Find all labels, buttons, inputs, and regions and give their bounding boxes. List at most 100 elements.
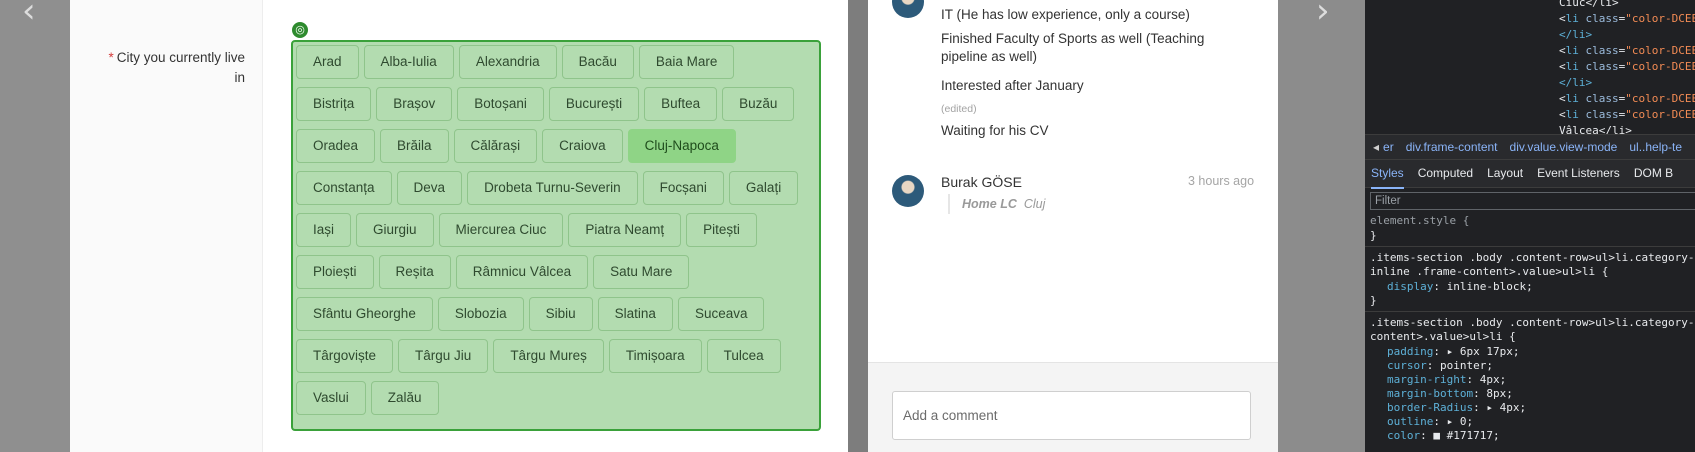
dom-node[interactable]: <li class="color-DCEE — [1559, 44, 1695, 57]
css-declaration[interactable]: margin-right: 4px; — [1387, 373, 1506, 386]
dom-node[interactable]: </li> — [1559, 28, 1592, 41]
css-declaration[interactable]: color: ■ #171717; — [1387, 429, 1500, 442]
city-option[interactable]: Suceava — [677, 297, 765, 331]
css-property: outline — [1387, 415, 1434, 428]
city-option[interactable]: Oradea — [296, 129, 376, 163]
add-comment-input[interactable]: Add a comment — [892, 391, 1251, 440]
city-option[interactable]: Alba-Iulia — [363, 45, 454, 79]
css-declaration[interactable]: display: inline-block; — [1387, 280, 1533, 293]
city-option[interactable]: Sibiu — [528, 297, 593, 331]
dom-attr: class — [1585, 92, 1619, 105]
city-option[interactable]: Miercurea Ciuc — [438, 213, 564, 247]
city-option[interactable]: Galați — [728, 171, 799, 205]
modal-gutter — [848, 0, 868, 452]
css-property: cursor — [1387, 359, 1427, 372]
city-option[interactable]: București — [548, 87, 640, 121]
tab-dom-breakpoints[interactable]: DOM B — [1634, 160, 1673, 187]
city-option[interactable]: Craiova — [542, 129, 623, 163]
city-option[interactable]: Buzău — [722, 87, 795, 121]
css-declaration[interactable]: padding: ▸ 6px 17px; — [1387, 345, 1519, 358]
city-option[interactable]: Târgu Mureș — [493, 339, 604, 373]
dom-node[interactable]: <li class="color-DCEE — [1559, 108, 1695, 121]
tab-computed[interactable]: Computed — [1418, 160, 1473, 187]
city-option[interactable]: Bacău — [561, 45, 634, 79]
city-option[interactable]: Giurgiu — [356, 213, 434, 247]
city-option[interactable]: Bistrița — [296, 87, 372, 121]
city-option[interactable]: Buftea — [644, 87, 718, 121]
dom-tag: li — [1565, 108, 1579, 121]
dom-close: </li> — [1559, 28, 1593, 41]
css-property: display — [1387, 280, 1434, 293]
city-option[interactable]: Deva — [396, 171, 463, 205]
dom-value: "color-DCEE — [1625, 44, 1695, 57]
city-option[interactable]: Tulcea — [706, 339, 781, 373]
next-arrow-icon[interactable]: › — [1316, 0, 1356, 30]
breadcrumb-item[interactable]: er — [1383, 140, 1394, 154]
city-option[interactable]: Cluj-Napoca — [627, 129, 736, 163]
devtools-panel: Ciuc</li> <li class="color-DCEE </li> <l… — [1365, 0, 1695, 452]
city-field-label-text: City you currently live in — [116, 50, 245, 85]
scroll-left-icon[interactable]: ◂ — [1373, 140, 1379, 154]
dom-node[interactable]: <li class="color-DCEE — [1559, 12, 1695, 25]
dom-value: "color-DCEE — [1625, 60, 1695, 73]
dom-node[interactable]: <li class="color-DCEE — [1559, 92, 1695, 105]
dom-node[interactable]: <li class="color-DCEE — [1559, 60, 1695, 73]
tab-event-listeners[interactable]: Event Listeners — [1537, 160, 1620, 187]
breadcrumb-item[interactable]: div.value.view-mode — [1510, 140, 1618, 154]
city-option[interactable]: Timișoara — [608, 339, 702, 373]
avatar — [892, 0, 924, 18]
previous-arrow-icon[interactable]: ‹ — [22, 0, 62, 30]
comment-author[interactable]: Burak GÖSE — [941, 174, 1022, 190]
css-declaration[interactable]: border-Radius: ▸ 4px; — [1387, 401, 1526, 414]
quote-text: Cluj — [1023, 197, 1046, 211]
styles-filter-input[interactable]: Filter — [1370, 192, 1695, 210]
breadcrumb-item[interactable]: ul..help-te — [1629, 140, 1682, 154]
dom-node[interactable]: </li> — [1559, 76, 1592, 89]
css-declaration[interactable]: margin-bottom: 8px; — [1387, 387, 1513, 400]
city-option[interactable]: Satu Mare — [593, 255, 690, 289]
css-declaration[interactable]: outline: ▸ 0; — [1387, 415, 1473, 428]
city-selector: Arad Alba-Iulia Alexandria Bacău Baia Mare Bi… — [291, 40, 821, 431]
edited-marker: (edited) — [941, 103, 977, 115]
city-option[interactable]: Zalău — [370, 381, 439, 415]
required-mark: * — [108, 50, 114, 65]
city-option[interactable]: Slobozia — [437, 297, 524, 331]
city-option[interactable]: Iași — [296, 213, 352, 247]
city-option[interactable]: Alexandria — [458, 45, 557, 79]
dom-node[interactable]: Ciuc</li> — [1559, 0, 1619, 9]
rule-selector: .items-section .body .content-row>ul>li.… — [1370, 251, 1695, 264]
breadcrumb-item[interactable]: div.frame-content — [1406, 140, 1498, 154]
city-field-label: * City you currently live in — [95, 48, 245, 88]
dom-tag: li — [1565, 12, 1579, 25]
city-option[interactable]: Baia Mare — [638, 45, 735, 79]
city-option[interactable]: Brăila — [380, 129, 449, 163]
tab-layout[interactable]: Layout — [1487, 160, 1523, 187]
rule-close: } — [1370, 294, 1377, 307]
dom-attr: class — [1585, 12, 1619, 25]
city-option[interactable]: Brașov — [376, 87, 453, 121]
city-option[interactable]: Reșita — [378, 255, 451, 289]
avatar — [892, 175, 924, 207]
city-option[interactable]: Drobeta Turnu-Severin — [467, 171, 638, 205]
dom-tree: Ciuc</li> <li class="color-DCEE </li> <l… — [1365, 0, 1695, 137]
devtools-tabs: Styles Computed Layout Event Listeners DOM B — [1365, 160, 1695, 189]
css-declaration[interactable]: cursor: pointer; — [1387, 359, 1493, 372]
city-option[interactable]: Călărași — [453, 129, 538, 163]
city-option[interactable]: Focșani — [642, 171, 724, 205]
css-value: ▸ 0; — [1446, 415, 1474, 428]
city-option[interactable]: Sfântu Gheorghe — [296, 297, 433, 331]
tab-styles[interactable]: Styles — [1371, 160, 1404, 189]
city-option[interactable]: Botoșani — [457, 87, 544, 121]
city-option[interactable]: Târgu Jiu — [398, 339, 489, 373]
city-option[interactable]: Vaslui — [296, 381, 366, 415]
city-option[interactable]: Ploiești — [296, 255, 374, 289]
city-option[interactable]: Piatra Neamț — [568, 213, 682, 247]
city-option[interactable]: Arad — [296, 45, 359, 79]
city-option[interactable]: Pitești — [686, 213, 757, 247]
dom-close: </li> — [1559, 76, 1593, 89]
city-option[interactable]: Constanța — [296, 171, 392, 205]
city-option[interactable]: Râmnicu Vâlcea — [455, 255, 589, 289]
city-option[interactable]: Slatina — [597, 297, 673, 331]
css-value: pointer; — [1440, 359, 1493, 372]
city-option[interactable]: Târgoviște — [296, 339, 394, 373]
